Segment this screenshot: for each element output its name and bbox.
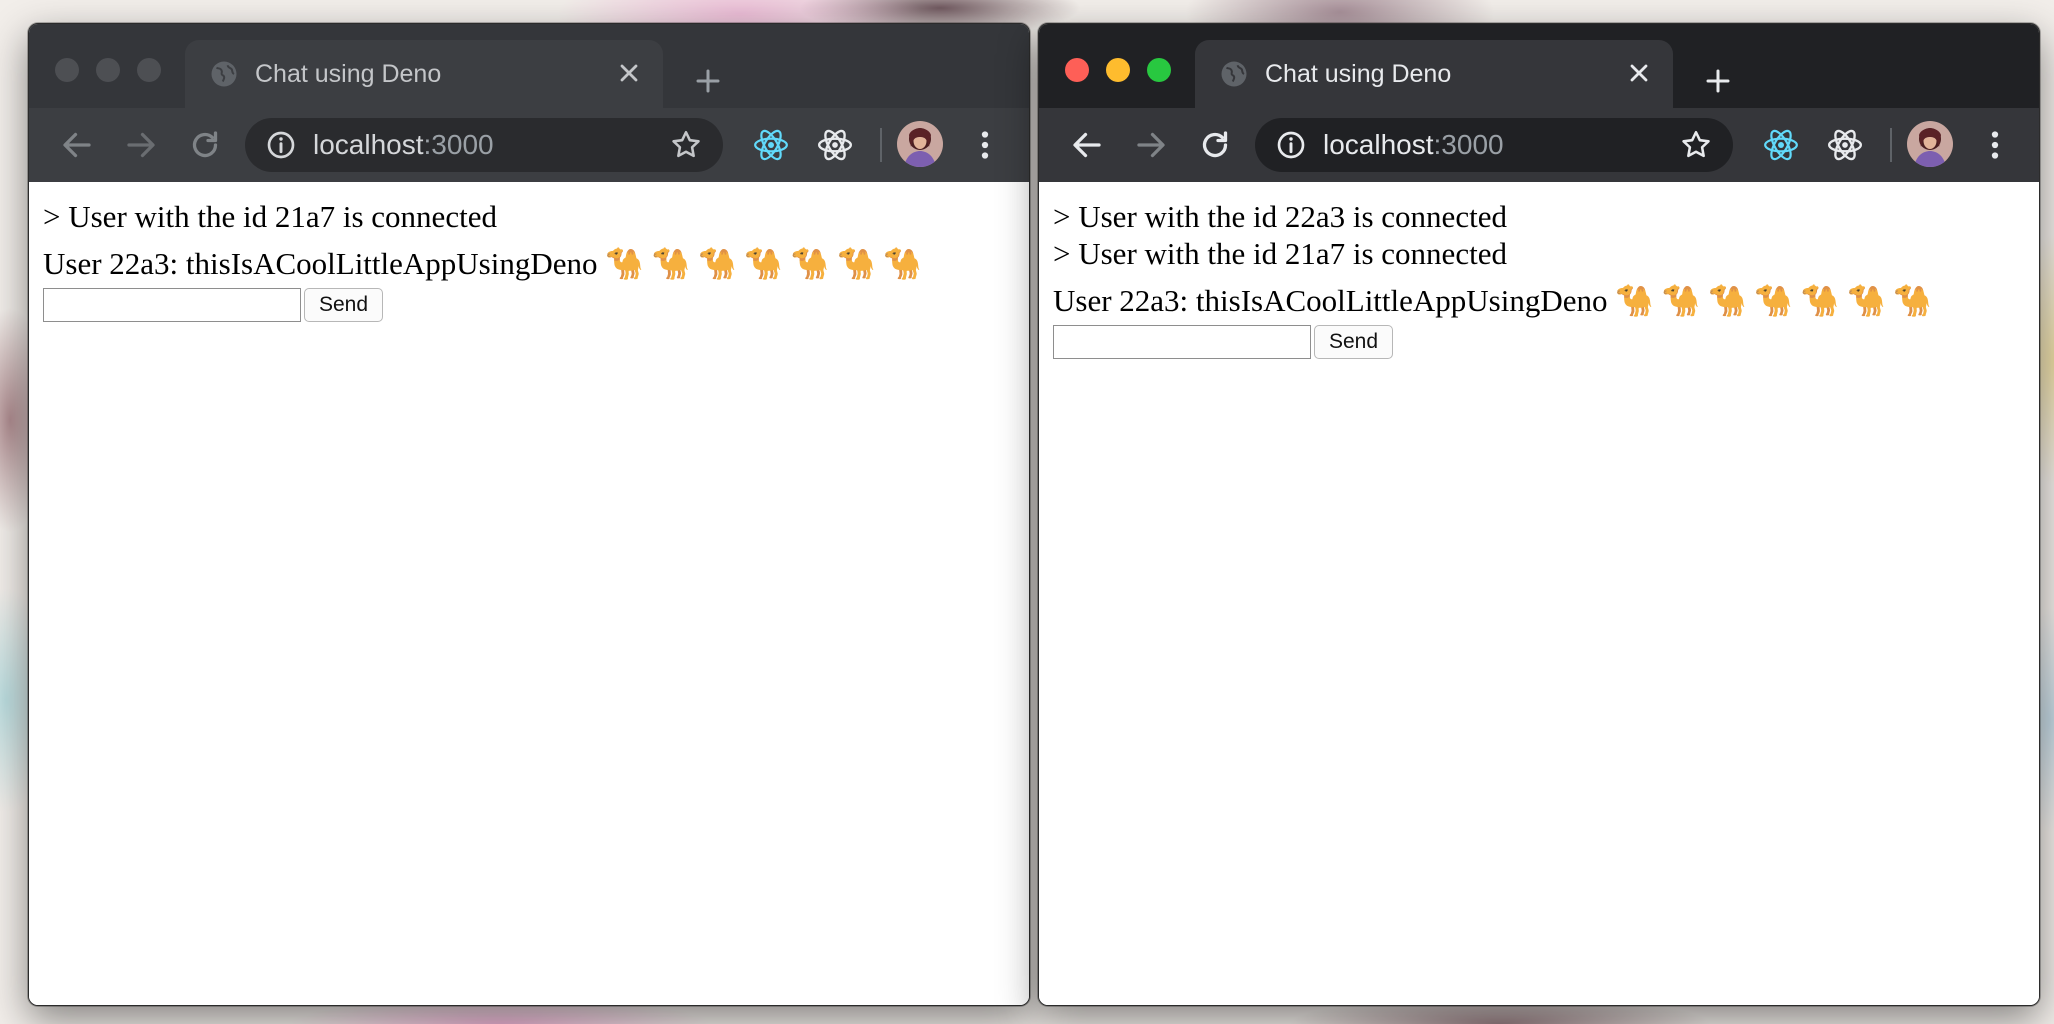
- browser-window-right: Chat using Deno localhost:3000 > User wi…: [1038, 23, 2040, 1006]
- globe-icon: [1221, 61, 1247, 87]
- send-button[interactable]: Send: [1314, 325, 1394, 359]
- tab-title: Chat using Deno: [255, 59, 442, 88]
- star-icon[interactable]: [1679, 128, 1713, 162]
- chat-message: > User with the id 21a7 is connected: [1053, 236, 1507, 271]
- message-input[interactable]: [1053, 325, 1311, 359]
- star-icon[interactable]: [669, 128, 703, 162]
- address-bar[interactable]: localhost:3000: [245, 118, 723, 172]
- arrow-right-icon[interactable]: [123, 127, 159, 163]
- minimize-window-button[interactable]: [96, 58, 120, 82]
- tab-strip: Chat using Deno: [1039, 24, 2039, 108]
- plus-icon[interactable]: [693, 66, 723, 96]
- browser-toolbar: localhost:3000: [29, 108, 1029, 182]
- address-bar[interactable]: localhost:3000: [1255, 118, 1733, 172]
- arrow-left-icon[interactable]: [1069, 127, 1105, 163]
- reload-icon[interactable]: [1197, 127, 1233, 163]
- arrow-left-icon[interactable]: [59, 127, 95, 163]
- maximize-window-button[interactable]: [1147, 58, 1171, 82]
- page-content: > User with the id 22a3 is connected > U…: [1039, 182, 2039, 1005]
- minimize-window-button[interactable]: [1106, 58, 1130, 82]
- browser-toolbar: localhost:3000: [1039, 108, 2039, 182]
- window-controls: [1065, 58, 1171, 82]
- avatar-image: [897, 121, 943, 167]
- avatar-image: [1907, 121, 1953, 167]
- avatar[interactable]: [1907, 121, 1953, 167]
- url-host: localhost: [313, 129, 424, 160]
- chat-form: Send: [43, 288, 1015, 322]
- message-input[interactable]: [43, 288, 301, 322]
- close-icon[interactable]: [1625, 59, 1653, 87]
- maximize-window-button[interactable]: [137, 58, 161, 82]
- close-window-button[interactable]: [1065, 58, 1089, 82]
- url-port: :3000: [423, 129, 494, 160]
- chat-message: User 22a3: thisIsACoolLittleAppUsingDeno…: [1053, 283, 1932, 318]
- toolbar-divider: [880, 128, 882, 162]
- globe-icon: [211, 61, 237, 87]
- kebab-menu-icon[interactable]: [967, 127, 1003, 163]
- close-window-button[interactable]: [55, 58, 79, 82]
- info-icon[interactable]: [265, 129, 297, 161]
- chat-form: Send: [1053, 325, 2025, 359]
- url-text: localhost:3000: [313, 129, 494, 161]
- browser-window-left: Chat using Deno localhost:3000 > User wi…: [28, 23, 1030, 1006]
- reload-icon[interactable]: [187, 127, 223, 163]
- window-controls: [55, 58, 161, 82]
- atom-icon[interactable]: [1826, 126, 1864, 164]
- page-content: > User with the id 21a7 is connected Use…: [29, 182, 1029, 1005]
- tab-title: Chat using Deno: [1265, 59, 1452, 88]
- atom-icon[interactable]: [816, 126, 854, 164]
- kebab-menu-icon[interactable]: [1977, 127, 2013, 163]
- chat-message: User 22a3: thisIsACoolLittleAppUsingDeno…: [43, 246, 922, 281]
- plus-icon[interactable]: [1703, 66, 1733, 96]
- toolbar-divider: [1890, 128, 1892, 162]
- url-host: localhost: [1323, 129, 1434, 160]
- react-devtools-icon[interactable]: [1762, 126, 1800, 164]
- url-port: :3000: [1433, 129, 1504, 160]
- tab-chat[interactable]: Chat using Deno: [185, 40, 663, 108]
- url-text: localhost:3000: [1323, 129, 1504, 161]
- tab-chat[interactable]: Chat using Deno: [1195, 40, 1673, 108]
- tab-strip: Chat using Deno: [29, 24, 1029, 108]
- chat-message: > User with the id 21a7 is connected: [43, 199, 497, 234]
- chat-message: > User with the id 22a3 is connected: [1053, 199, 1507, 234]
- send-button[interactable]: Send: [304, 288, 384, 322]
- info-icon[interactable]: [1275, 129, 1307, 161]
- react-devtools-icon[interactable]: [752, 126, 790, 164]
- avatar[interactable]: [897, 121, 943, 167]
- arrow-right-icon[interactable]: [1133, 127, 1169, 163]
- close-icon[interactable]: [615, 59, 643, 87]
